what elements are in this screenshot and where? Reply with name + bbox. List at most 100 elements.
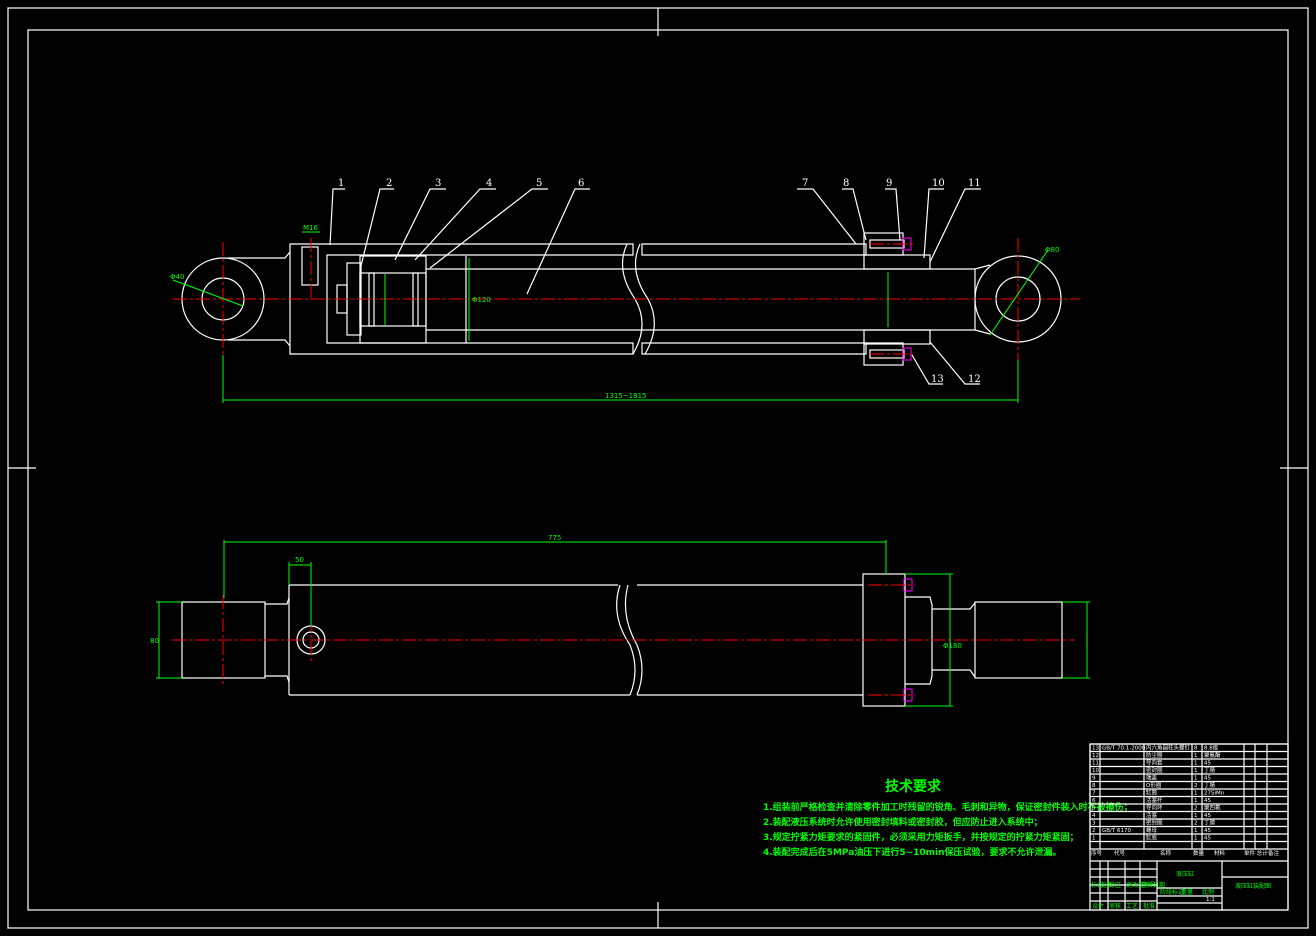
- approval-cell: 审核: [1109, 902, 1121, 910]
- tech-item-1: 1.组装前严格检查并清除零件加工时残留的锐角、毛刺和异物，保证密封件装入时不被擦…: [763, 801, 1133, 813]
- dimension-lines: [172, 231, 1049, 403]
- bom-qty: 8: [1194, 746, 1198, 752]
- bom-name: 活塞杆: [1146, 796, 1163, 804]
- part-label-3: 3: [435, 178, 441, 189]
- bom-header-weight: 单件 总计: [1244, 849, 1268, 857]
- dim-end-width: 80: [150, 637, 159, 645]
- tech-item-4: 4.装配完成后在5MPa油压下进行5~10min保压试验，要求不允许泄漏。: [763, 846, 1062, 858]
- stage-cell: 重量: [1181, 888, 1193, 896]
- section-view: 1315~1815 Φ40 Φ80 M16 Φ120 1 2 3 4 5 6 7…: [170, 178, 1080, 403]
- bom-code: GB/T 6170: [1102, 828, 1131, 834]
- part-label-5: 5: [536, 178, 542, 189]
- bom-qty: 1: [1194, 836, 1198, 842]
- bom-qty: 2: [1194, 806, 1198, 812]
- bom-mat: 27SiMn: [1204, 791, 1225, 797]
- bom-qty: 1: [1194, 776, 1198, 782]
- part-label-11: 11: [968, 178, 981, 189]
- bom-name: 端盖: [1146, 774, 1158, 782]
- drawing-name: 液压缸: [1176, 870, 1194, 878]
- bom-qty: 2: [1194, 821, 1198, 827]
- bom-qty: 1: [1194, 828, 1198, 834]
- inner-border: [27, 29, 1289, 911]
- bom-qty: 1: [1194, 813, 1198, 819]
- dim-flange: Φ180: [943, 642, 962, 650]
- bom-header-qty: 数量: [1193, 849, 1205, 857]
- bom-qty: 1: [1194, 761, 1198, 767]
- bom-name: 导向套: [1146, 759, 1163, 767]
- bom-name: O形圈: [1146, 781, 1162, 789]
- leader-lines: [329, 188, 981, 385]
- bom-no: 9: [1092, 776, 1096, 782]
- part-label-13: 13: [931, 374, 944, 385]
- dim-port: M16: [303, 224, 318, 232]
- bom-name: 密封圈: [1146, 819, 1163, 827]
- guide-sleeve-top: [863, 254, 931, 270]
- sign-cell: 分区: [1109, 881, 1121, 889]
- bom-qty: 1: [1194, 753, 1198, 759]
- part-label-6: 6: [578, 178, 584, 189]
- bom-no: 6: [1092, 798, 1096, 804]
- bom-header-no: 序号: [1091, 849, 1103, 857]
- sign-cell: 签名: [1141, 881, 1153, 889]
- bom-name: 缸底: [1146, 834, 1158, 842]
- dim-bore: Φ120: [472, 296, 491, 304]
- bom-no: 5: [1092, 806, 1096, 812]
- part-label-8: 8: [843, 178, 849, 189]
- bom-header-code: 代号: [1114, 849, 1126, 857]
- tech-item-2: 2.装配液压系统时允许使用密封填料或密封胶，但应防止进入系统中；: [763, 816, 1043, 828]
- approval-cell: 设计: [1092, 902, 1104, 910]
- exterior-view: 775 50 80 Φ180: [150, 534, 1090, 707]
- bom-no: 11: [1092, 761, 1099, 767]
- part-label-4: 4: [486, 178, 492, 189]
- bom-no: 3: [1092, 821, 1096, 827]
- bom-no: 7: [1092, 791, 1096, 797]
- title-block: 13 GB/T 70.1-2000 内六角圆柱头螺钉 8 8.8级12 防尘圈 1 聚氨酯11…: [1089, 743, 1289, 911]
- bom-no: 2: [1092, 828, 1096, 834]
- bom-no: 13: [1092, 746, 1099, 752]
- bom-mat: 45: [1204, 776, 1211, 782]
- bom-name: 导向环: [1146, 804, 1163, 812]
- drawing-title: 液压缸装配图: [1235, 882, 1271, 890]
- bom-mat: 45: [1204, 798, 1211, 804]
- part-label-12: 12: [968, 374, 981, 385]
- dimension-lines: [156, 540, 1090, 707]
- bom-name: 缸筒: [1146, 789, 1158, 797]
- tech-title: 技术要求: [885, 778, 942, 795]
- sign-cell: 日期: [1153, 881, 1165, 889]
- bom-mat: 45: [1204, 828, 1211, 834]
- approval-cell: 批准: [1143, 902, 1155, 910]
- stage-cell: 比例: [1202, 888, 1214, 896]
- dim-right-eye: Φ80: [1045, 246, 1059, 254]
- bom-no: 4: [1092, 813, 1096, 819]
- bom-header-name: 名称: [1160, 849, 1172, 857]
- tech-requirements: 技术要求 1.组装前严格检查并清除零件加工时残留的锐角、毛刺和异物，保证密封件装…: [763, 778, 1133, 858]
- part-label-9: 9: [886, 178, 892, 189]
- dim-offset: 50: [295, 556, 304, 564]
- bom-no: 10: [1092, 768, 1099, 774]
- bom-mat: 丁腈: [1204, 766, 1216, 774]
- bom-mat: 45: [1204, 761, 1211, 767]
- part-label-1: 1: [338, 178, 344, 189]
- bom-name: 活塞: [1146, 811, 1158, 819]
- bom-name: 密封圈: [1146, 766, 1163, 774]
- outer-border: [7, 7, 1309, 929]
- bom-name: 内六角圆柱头螺钉: [1146, 744, 1191, 752]
- bom-qty: 1: [1194, 798, 1198, 804]
- cad-drawing: 1315~1815 Φ40 Φ80 M16 Φ120 1 2 3 4 5 6 7…: [7, 7, 1309, 929]
- bom-name: 防尘圈: [1146, 751, 1163, 759]
- dim-length: 775: [548, 534, 561, 542]
- bom-mat: 45: [1204, 813, 1211, 819]
- bom-mat: 聚四氟: [1204, 804, 1221, 812]
- bom-header-remark: 备注: [1268, 849, 1280, 857]
- dim-left-eye: Φ40: [170, 273, 184, 281]
- dim-overall: 1315~1815: [605, 392, 647, 400]
- bom-mat: 丁腈: [1204, 781, 1216, 789]
- bom-code: GB/T 70.1-2000: [1102, 746, 1146, 752]
- bom-mat: 8.8级: [1204, 744, 1219, 752]
- bom-mat: 聚氨酯: [1204, 751, 1221, 759]
- bom-name: 螺母: [1146, 826, 1158, 834]
- guide-sleeve-bottom: [863, 329, 931, 345]
- tech-item-3: 3.规定拧紧力矩要求的紧固件，必须采用力矩扳手，并按规定的拧紧力矩紧固；: [763, 831, 1079, 843]
- scale: 1:1: [1206, 897, 1215, 903]
- bom-qty: 1: [1194, 791, 1198, 797]
